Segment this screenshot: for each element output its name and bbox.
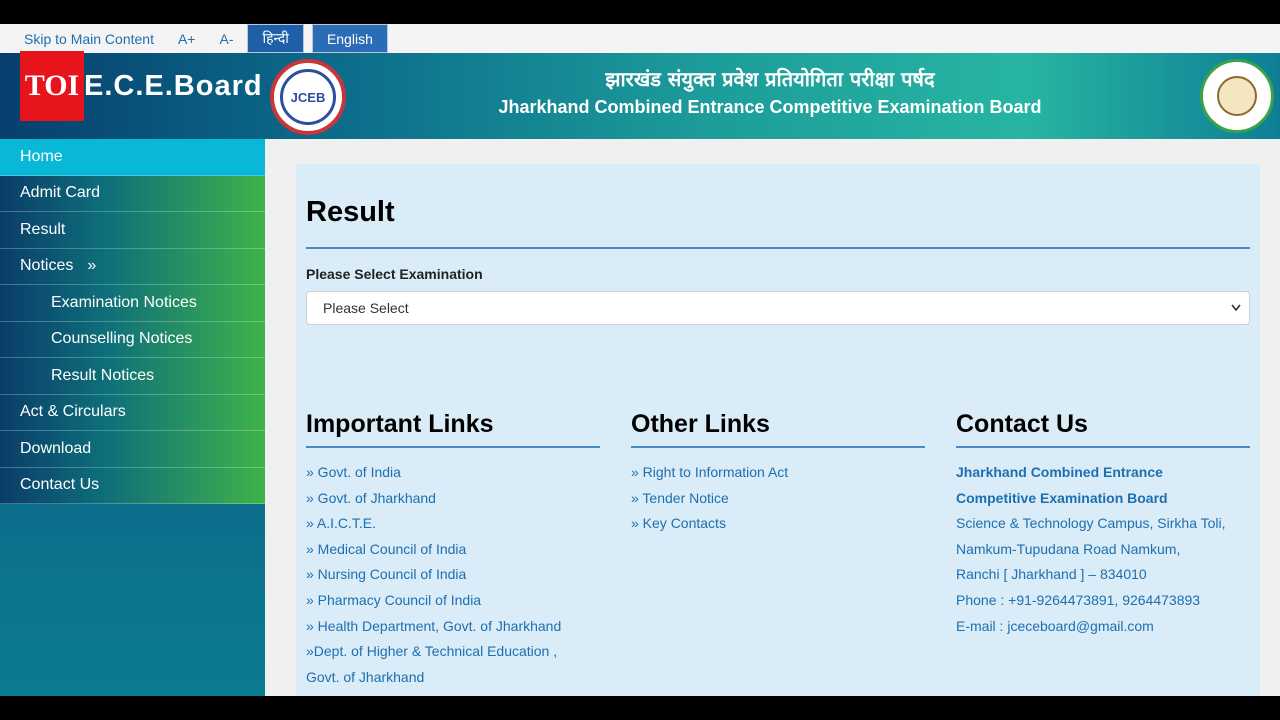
link-higher-technical-education[interactable]: »Dept. of Higher & Technical Education ,: [306, 639, 600, 665]
sidebar-item-home[interactable]: Home: [0, 139, 265, 176]
sidebar-item-label: Admit Card: [20, 184, 101, 202]
link-key-contacts[interactable]: » Key Contacts: [631, 511, 925, 537]
contact-org-line1: Jharkhand Combined Entrance: [956, 464, 1163, 480]
link-pharmacy-council[interactable]: » Pharmacy Council of India: [306, 588, 600, 614]
site-brand[interactable]: E.C.E.Board: [84, 70, 263, 103]
sidebar-nav: Home Admit Card Result Notices » Examinat…: [0, 139, 265, 696]
page-title: Result: [306, 196, 395, 228]
seal-text: JCEB: [280, 69, 336, 125]
contact-heading: Contact Us: [956, 410, 1088, 438]
sidebar-item-download[interactable]: Download: [0, 431, 265, 468]
sidebar-item-label: Contact Us: [20, 476, 100, 494]
contact-section: Contact Us Jharkhand Combined Entrance C…: [956, 410, 1250, 639]
toi-logo: TOI: [20, 51, 84, 121]
sidebar-item-label: Result: [20, 220, 66, 238]
link-aicte[interactable]: » A.I.C.T.E.: [306, 511, 600, 537]
state-emblem-icon: [1200, 59, 1274, 133]
exam-select-value: Please Select: [323, 300, 409, 316]
sidebar-item-label: Notices: [20, 257, 74, 275]
link-health-department[interactable]: » Health Department, Govt. of Jharkhand: [306, 614, 600, 640]
sidebar-item-act-circulars[interactable]: Act & Circulars: [0, 394, 265, 431]
contact-email[interactable]: E-mail : jceceboard@gmail.com: [956, 614, 1250, 640]
other-links-section: Other Links » Right to Information Act »…: [631, 410, 925, 537]
video-frame: Skip to Main Content A+ A- हिन्दी Englis…: [0, 0, 1280, 720]
link-tender-notice[interactable]: » Tender Notice: [631, 486, 925, 512]
section-divider: [631, 446, 925, 448]
sidebar-item-counselling-notices[interactable]: Counselling Notices: [0, 321, 265, 358]
sidebar-item-result-notices[interactable]: Result Notices: [0, 358, 265, 395]
chevron-down-icon: [1231, 300, 1241, 319]
submenu-arrow-icon: »: [87, 257, 97, 275]
important-links-section: Important Links » Govt. of India » Govt.…: [306, 410, 600, 690]
title-divider: [306, 247, 1250, 249]
sidebar-item-examination-notices[interactable]: Examination Notices: [0, 285, 265, 322]
emblem-core: [1217, 76, 1257, 116]
contact-address-line1: Science & Technology Campus, Sirkha Toli…: [956, 515, 1226, 532]
font-increase-button[interactable]: A+: [178, 31, 196, 47]
contact-org-line2: Competitive Examination Board: [956, 489, 1168, 506]
exam-select[interactable]: Please Select: [306, 291, 1250, 325]
hindi-language-button[interactable]: हिन्दी: [247, 24, 304, 53]
link-higher-technical-education-cont[interactable]: Govt. of Jharkhand: [306, 665, 600, 691]
important-links-heading: Important Links: [306, 410, 494, 438]
sidebar-item-label: Act & Circulars: [20, 403, 126, 421]
link-rti-act[interactable]: » Right to Information Act: [631, 460, 925, 486]
accessibility-bar: Skip to Main Content A+ A- हिन्दी Englis…: [0, 24, 1280, 53]
title-english: Jharkhand Combined Entrance Competitive …: [498, 97, 1042, 117]
link-govt-india[interactable]: » Govt. of India: [306, 460, 600, 486]
contact-phone: Phone : +91-9264473891, 9264473893: [956, 591, 1201, 608]
link-medical-council[interactable]: » Medical Council of India: [306, 537, 600, 563]
font-decrease-button[interactable]: A-: [219, 31, 233, 47]
sidebar-item-notices[interactable]: Notices »: [0, 248, 265, 285]
exam-select-label: Please Select Examination: [306, 266, 483, 282]
sidebar-item-result[interactable]: Result: [0, 212, 265, 249]
link-govt-jharkhand[interactable]: » Govt. of Jharkhand: [306, 486, 600, 512]
jceb-seal-icon: JCEB: [270, 59, 346, 135]
sidebar-item-contact-us[interactable]: Contact Us: [0, 467, 265, 504]
sidebar-item-label: Home: [20, 147, 63, 165]
sidebar-item-label: Download: [20, 439, 92, 457]
site-header: E.C.E.Board TOI JCEB झारखंड संयुक्त प्रव…: [0, 51, 1280, 139]
sidebar-item-label: Examination Notices: [51, 293, 197, 311]
main-content: Result Please Select Examination Please …: [296, 164, 1260, 696]
webpage: Skip to Main Content A+ A- हिन्दी Englis…: [0, 24, 1280, 696]
sidebar-item-label: Result Notices: [51, 366, 155, 384]
other-links-heading: Other Links: [631, 410, 770, 438]
contact-address-line3: Ranchi [ Jharkhand ] – 834010: [956, 566, 1147, 583]
sidebar-item-label: Counselling Notices: [51, 330, 193, 348]
section-divider: [956, 446, 1250, 448]
skip-to-main-link[interactable]: Skip to Main Content: [24, 31, 154, 47]
section-divider: [306, 446, 600, 448]
title-hindi: झारखंड संयुक्त प्रवेश प्रतियोगिता परीक्ष…: [605, 67, 935, 91]
contact-address-line2: Namkum-Tupudana Road Namkum,: [956, 540, 1181, 557]
english-language-button[interactable]: English: [311, 24, 388, 53]
sidebar-item-admit-card[interactable]: Admit Card: [0, 175, 265, 212]
link-nursing-council[interactable]: » Nursing Council of India: [306, 562, 600, 588]
